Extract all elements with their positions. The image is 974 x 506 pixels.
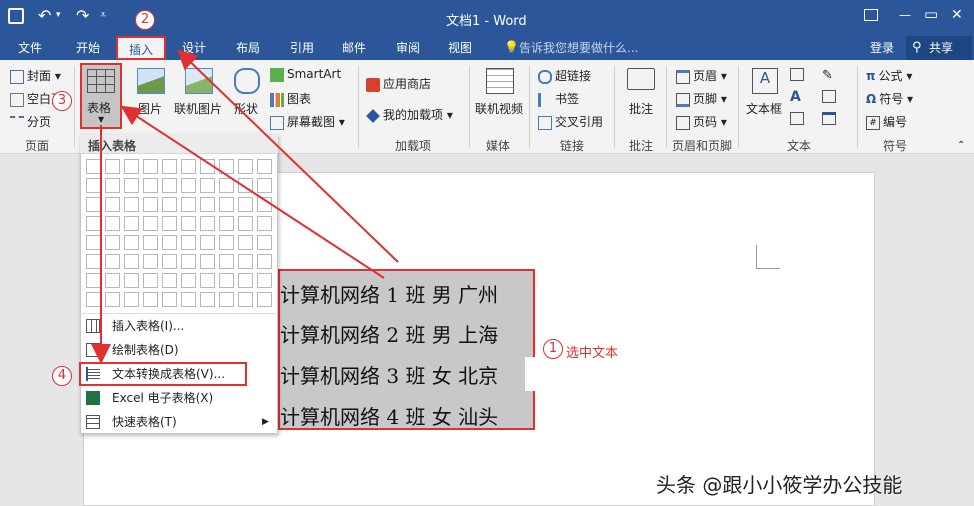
step-marker-4: 4 xyxy=(52,366,72,386)
watermark: 头条 @跟小小筱学办公技能 xyxy=(656,473,903,497)
step-marker-2: 2 xyxy=(135,10,155,30)
arrow-to-insert-tab xyxy=(177,49,399,263)
step-marker-1: 1 xyxy=(543,339,563,359)
annotation-select-text: 选中文本 xyxy=(566,346,619,361)
step-marker-3: 3 xyxy=(52,91,72,111)
arrow-to-table-button xyxy=(120,105,385,279)
annotation-arrows xyxy=(91,49,399,364)
